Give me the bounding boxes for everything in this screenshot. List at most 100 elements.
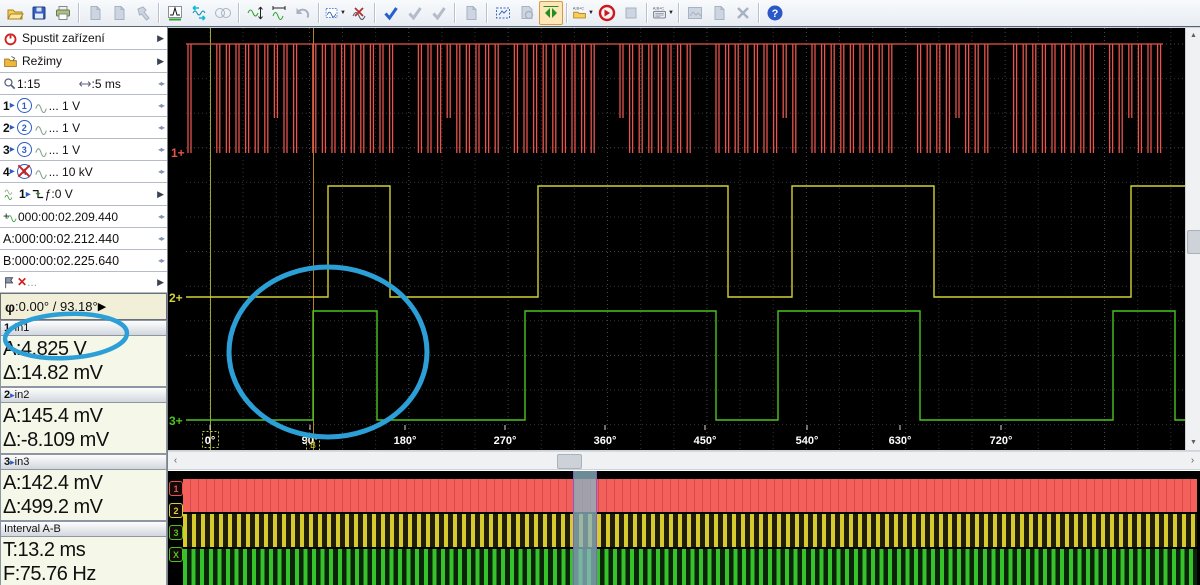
report-button[interactable] [459,1,483,25]
select-region-button[interactable] [491,1,515,25]
channel-circle-icon[interactable]: 3 [16,142,32,157]
power-icon [4,32,17,45]
submenu-arrow-icon[interactable]: ▶ [157,277,164,288]
stepper-arrows-icon[interactable]: ◂▸ [158,123,165,132]
accept-a-button[interactable] [403,1,427,25]
horizontal-scroll-thumb[interactable] [557,454,582,469]
marker-flag-row[interactable]: ✕ ... ▶ [0,272,167,293]
scroll-left-icon[interactable]: ‹ [168,452,183,469]
cursor-b-row[interactable]: B:000:00:02.225.640 ◂▸ [0,250,167,272]
tools-button[interactable] [131,1,155,25]
stop-button[interactable] [619,1,643,25]
scope-horizontal-scrollbar[interactable]: ‹ › [168,451,1200,469]
stepper-arrows-icon[interactable]: ◂▸ [158,212,165,221]
vertical-scroll-thumb[interactable] [1187,230,1200,254]
measure-header-in2[interactable]: 2 ▸ in2 [0,387,167,402]
vertical-scale-button[interactable] [243,1,267,25]
flag-value: ... [27,275,38,289]
cursor-a-row[interactable]: A:000:00:02.212.440 ◂▸ [0,228,167,250]
scroll-right-icon[interactable]: › [1185,452,1200,469]
channel-1-row[interactable]: 1 ▸ 1 ... 1 V ◂▸ [0,95,167,117]
channel-rows: 1 ▸ 1... 1 V ◂▸ 2 ▸ 2... 1 V ◂▸ 3 ▸ 3... 1 V ◂▸ 4 ▸ 4.… [0,95,167,183]
measure-header-interval-a-b[interactable]: Interval A-B [0,521,167,536]
zoom-timebase-row[interactable]: 1:15 :5 ms ◂▸ [0,73,167,95]
keyboard-shortcuts-button[interactable]: A;B+C ▼ [651,1,675,25]
measure-header-in3[interactable]: 3 ▸ in3 [0,454,167,469]
stepper-arrows-icon[interactable]: ◂▸ [158,256,165,265]
stepper-arrows-icon[interactable]: ◂▸ [158,167,165,176]
overview-channel2-band[interactable] [183,514,1197,547]
display-mode-button[interactable] [187,1,211,25]
scope-vertical-scrollbar[interactable]: ▲ ▼ [1185,28,1200,450]
toolbar-separator [678,3,680,23]
submenu-arrow-icon[interactable]: ▶ [157,189,164,200]
overview-channel3-band[interactable] [183,549,1197,585]
channel-4-row[interactable]: 4 ▸ 4 ... 10 kV ◂▸ [0,161,167,183]
stepper-arrows-icon[interactable]: ◂▸ [158,79,165,88]
stepper-arrows-icon[interactable]: ◂▸ [158,145,165,154]
export-image-button[interactable] [683,1,707,25]
overview-badge-X[interactable]: X [169,547,183,562]
modes-label: Režimy [22,54,63,68]
timebase-icon [78,80,91,87]
channel-3-row[interactable]: 3 ▸ 3 ... 1 V ◂▸ [0,139,167,161]
phase-menu-arrow[interactable]: ▶ [98,300,106,313]
export-page-button[interactable] [707,1,731,25]
accept-all-button[interactable] [379,1,403,25]
start-device-row[interactable]: Spustit zařízení ▶ [0,27,167,50]
overview-channel1-band[interactable] [183,479,1197,512]
measure-wave-button[interactable] [267,1,291,25]
duplicate-page-button[interactable] [107,1,131,25]
clear-wave-button[interactable] [347,1,371,25]
scroll-up-icon[interactable]: ▲ [1186,28,1200,43]
accept-b-button[interactable] [427,1,451,25]
submenu-arrow-icon[interactable]: ▶ [157,33,164,44]
channel-circle-icon[interactable]: 4 [16,164,32,179]
copy-page-button[interactable] [83,1,107,25]
delete-button[interactable] [731,1,755,25]
phase-measure-row[interactable]: φ :0.00° / 93.18° ▶ [0,293,167,320]
help-button[interactable]: ? [763,1,787,25]
start-device-label: Spustit zařízení [22,31,105,45]
stepper-arrows-icon[interactable]: ◂▸ [158,234,165,243]
channel-number: 4 [3,164,10,179]
overview-badge-1[interactable]: 1 [169,481,183,496]
scope-view[interactable]: 1+ 2+ 3+ 0° 90° 180° 270° 360° 450° 540° 630° 720° B [168,28,1185,451]
undo-button[interactable] [291,1,315,25]
single-capture-button[interactable] [163,1,187,25]
record-time-row[interactable]: 000:00:02.209.440 ◂▸ [0,206,167,228]
stepper-arrows-icon[interactable]: ◂▸ [158,101,165,110]
toolbar-separator [646,3,648,23]
link-views-button[interactable] [211,1,235,25]
submenu-arrow-icon[interactable]: ▶ [157,56,164,67]
dropdown-arrow-icon[interactable]: ▼ [668,10,674,16]
trigger-edge-icon [32,189,43,198]
preview-zoom-button[interactable] [515,1,539,25]
dropdown-arrow-icon[interactable]: ▼ [340,10,346,16]
channel-circle-icon[interactable]: 1 [16,98,32,113]
open-file-button[interactable] [3,1,27,25]
trigger-row[interactable]: 1 ▸ ƒ:0 V ▶ [0,183,167,206]
channel-number: 1 [3,98,10,113]
channel-2-row[interactable]: 2 ▸ 2 ... 1 V ◂▸ [0,117,167,139]
scope-canvas[interactable]: 1+2+3+0° 90° 180° 270° 360° 450° 540° 630° 720°B [168,28,1185,451]
channel-arrow-icon: ▸ [9,100,15,111]
dropdown-arrow-icon[interactable]: ▼ [588,10,594,16]
save-file-button[interactable] [27,1,51,25]
scroll-down-icon[interactable]: ▼ [1186,435,1200,450]
overview-badge-2[interactable]: 2 [169,503,183,518]
compare-signals-button[interactable] [539,1,563,25]
overview-view-selection[interactable] [573,471,597,585]
channel-circle-icon[interactable]: 2 [16,120,32,135]
measure-header-in1[interactable]: 1 ▸ in1 [0,320,167,335]
modes-row[interactable]: Režimy ▶ [0,50,167,73]
measure-value-line: F:75.76 Hz [3,563,96,585]
view-select-button[interactable]: ▼ [323,1,347,25]
print-button[interactable] [51,1,75,25]
open-reference-button[interactable]: A;B+C ▼ [571,1,595,25]
overview-badge-3[interactable]: 3 [169,525,183,540]
measure-name: in2 [14,389,30,401]
record-button[interactable] [595,1,619,25]
record-overview-panel[interactable]: 1 2 3 X [168,470,1200,585]
flag-icon [5,276,14,288]
